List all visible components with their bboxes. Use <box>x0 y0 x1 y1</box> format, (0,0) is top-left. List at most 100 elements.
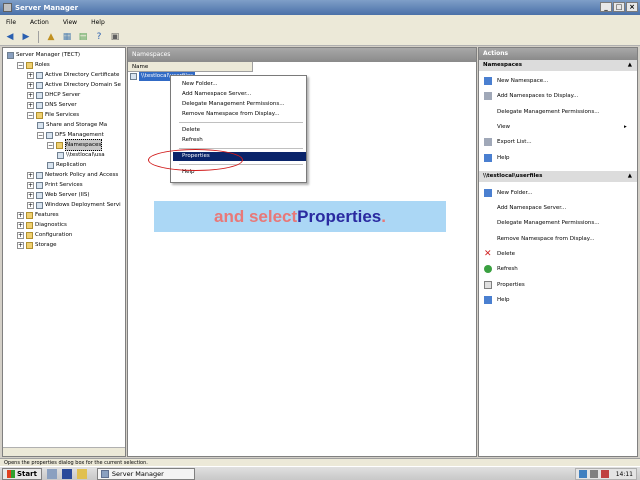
taskbar: Start Server Manager 14:11 <box>0 466 640 480</box>
export-icon[interactable]: ▤ <box>77 31 89 43</box>
context-menu-delete[interactable]: Delete <box>173 126 306 135</box>
node-icon <box>36 191 43 199</box>
context-menu-remove-namespace-from-display[interactable]: Remove Namespace from Display... <box>173 110 306 119</box>
expand-icon[interactable]: + <box>27 81 34 89</box>
volume-icon[interactable] <box>589 470 598 478</box>
collapse-icon[interactable]: − <box>47 141 54 149</box>
action-icon <box>484 77 492 85</box>
tree-item-replication[interactable]: Replication <box>47 160 86 170</box>
tree-item-share-and-storage-ma[interactable]: Share and Storage Ma <box>37 120 107 130</box>
menu-help[interactable]: Help <box>91 19 105 26</box>
context-menu-new-folder[interactable]: New Folder... <box>173 80 306 89</box>
security-icon[interactable] <box>600 470 609 478</box>
expand-icon[interactable]: + <box>27 181 34 189</box>
forward-icon[interactable]: ▶ <box>20 31 32 43</box>
show-hide-tree-icon[interactable]: ▦ <box>61 31 73 43</box>
actions-section-userfiles[interactable]: \\testlocal\userfiles ▲ <box>479 170 637 182</box>
server-manager-quicklaunch-icon[interactable] <box>46 468 57 479</box>
expand-icon[interactable]: + <box>27 191 34 199</box>
maximize-button[interactable]: □ <box>613 2 625 12</box>
tree-item-print-services[interactable]: + Print Services <box>27 180 83 190</box>
action-label: Help <box>497 296 510 303</box>
action-label: View <box>497 123 511 130</box>
collapse-icon[interactable]: − <box>27 111 34 119</box>
action-new-folder[interactable]: New Folder... <box>484 188 532 198</box>
tree-item-features[interactable]: + Features <box>17 210 59 220</box>
context-menu-delegate-management-permissions[interactable]: Delegate Management Permissions... <box>173 100 306 109</box>
collapse-arrow-icon[interactable]: ▲ <box>628 171 632 182</box>
up-icon[interactable]: ▲ <box>45 31 57 43</box>
task-server-manager[interactable]: Server Manager <box>96 467 195 480</box>
action-add-namespaces-to-display[interactable]: Add Namespaces to Display... <box>484 91 578 101</box>
tree-item-storage[interactable]: + Storage <box>17 240 57 250</box>
collapse-arrow-icon[interactable]: ▲ <box>628 60 632 71</box>
expand-icon[interactable]: + <box>27 71 34 79</box>
minimize-button[interactable]: _ <box>600 2 612 12</box>
action-remove-namespace-from-display[interactable]: Remove Namespace from Display... <box>484 234 594 244</box>
network-icon[interactable] <box>578 470 587 478</box>
tree-item-namespaces[interactable]: − Namespaces <box>47 139 103 151</box>
action-delegate-management-permissions[interactable]: Delegate Management Permissions... <box>484 218 599 228</box>
expand-icon[interactable]: + <box>27 91 34 99</box>
collapse-icon[interactable]: − <box>17 61 24 69</box>
action-label: New Folder... <box>497 189 533 196</box>
collapse-icon[interactable]: − <box>37 131 44 139</box>
action-new-namespace[interactable]: New Namespace... <box>484 76 548 86</box>
actions-section-label: \\testlocal\userfiles <box>483 172 543 179</box>
toolbar: ◀ ▶ ▲ ▦ ▤ ? ▣ <box>0 29 640 46</box>
actions-section-namespaces[interactable]: Namespaces ▲ <box>479 60 637 71</box>
tree-item-diagnostics[interactable]: + Diagnostics <box>17 220 67 230</box>
node-icon <box>36 171 43 179</box>
action-properties[interactable]: Properties <box>484 280 525 290</box>
expand-icon[interactable]: + <box>17 211 24 219</box>
tree-item-roles[interactable]: − Roles <box>17 60 50 70</box>
tree-item-label: DHCP Server <box>45 92 81 98</box>
tree-item-file-services[interactable]: − File Services <box>27 110 79 120</box>
action-add-namespace-server[interactable]: Add Namespace Server... <box>484 203 566 213</box>
tree-item-testlocal-usa[interactable]: \\testlocal\usa <box>57 150 105 160</box>
tree-horizontal-scrollbar[interactable] <box>3 447 125 456</box>
expand-icon[interactable]: + <box>27 201 34 209</box>
tree-item-dns-server[interactable]: + DNS Server <box>27 100 77 110</box>
action-refresh[interactable]: Refresh <box>484 264 518 274</box>
tree-item-server-manager-tect[interactable]: Server Manager (TECT) <box>7 50 80 60</box>
tree-item-configuration[interactable]: + Configuration <box>17 230 72 240</box>
menu-file[interactable]: File <box>6 19 16 26</box>
help-icon[interactable]: ? <box>93 31 105 43</box>
tree-item-label: Storage <box>35 242 57 248</box>
powershell-icon[interactable] <box>61 468 72 479</box>
expand-icon[interactable]: + <box>17 241 24 249</box>
menu-view[interactable]: View <box>63 19 77 26</box>
toolbar-separator <box>38 31 39 43</box>
back-icon[interactable]: ◀ <box>4 31 16 43</box>
menu-action[interactable]: Action <box>30 19 49 26</box>
tree-item-web-server-iis[interactable]: + Web Server (IIS) <box>27 190 90 200</box>
start-button[interactable]: Start <box>2 467 42 480</box>
close-button[interactable]: × <box>626 2 638 12</box>
expand-icon[interactable]: + <box>27 171 34 179</box>
expand-icon[interactable]: + <box>17 231 24 239</box>
context-menu-refresh[interactable]: Refresh <box>173 136 306 145</box>
action-icon <box>484 92 492 101</box>
explorer-icon[interactable] <box>76 468 87 479</box>
console-tree[interactable]: Server Manager (TECT) − Roles + Active Direc… <box>2 47 126 457</box>
tree-item-active-directory-certificate[interactable]: + Active Directory Certificate <box>27 70 119 80</box>
action-delete[interactable]: ✕ Delete <box>484 249 515 259</box>
action-help[interactable]: Help <box>484 295 510 305</box>
expand-icon[interactable]: + <box>17 221 24 229</box>
action-help[interactable]: Help <box>484 153 510 163</box>
properties-icon[interactable]: ▣ <box>109 31 121 43</box>
expand-icon[interactable]: + <box>27 101 34 109</box>
context-menu-add-namespace-server[interactable]: Add Namespace Server... <box>173 90 306 99</box>
tree-item-windows-deployment-servi[interactable]: + Windows Deployment Servi <box>27 200 121 210</box>
column-header-name[interactable]: Name <box>128 62 253 72</box>
tree-item-dhcp-server[interactable]: + DHCP Server <box>27 90 80 100</box>
action-export-list[interactable]: Export List... <box>484 137 532 147</box>
action-label: Add Namespace Server... <box>497 205 567 212</box>
tree-item-active-directory-domain-se[interactable]: + Active Directory Domain Se <box>27 80 121 90</box>
caption-text-3: . <box>381 206 386 226</box>
action-view[interactable]: View ▸ <box>484 122 627 132</box>
actions-title: Actions <box>479 48 637 60</box>
action-delegate-management-permissions[interactable]: Delegate Management Permissions... <box>484 107 599 117</box>
tree-item-network-policy-and-access[interactable]: + Network Policy and Access <box>27 170 118 180</box>
